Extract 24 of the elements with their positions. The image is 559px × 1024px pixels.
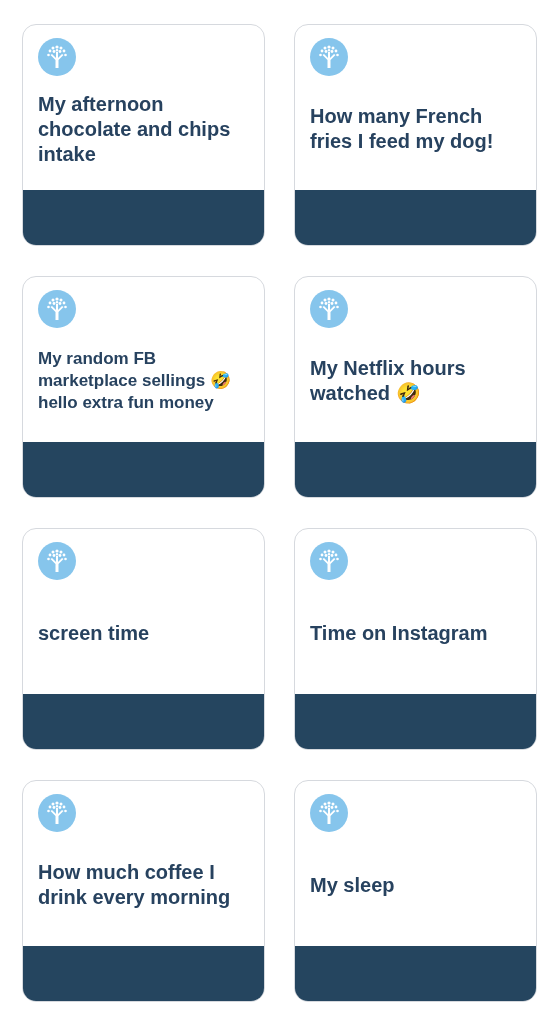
card-title: My Netflix hours watched 🤣 xyxy=(310,356,467,406)
card-title: How much coffee I drink every morning xyxy=(38,860,232,910)
tree-icon xyxy=(310,290,348,328)
card-title: How many French fries I feed my dog! xyxy=(310,104,495,154)
tree-icon xyxy=(310,794,348,832)
card-title: My sleep xyxy=(310,872,395,898)
goal-card[interactable]: My sleep xyxy=(294,780,537,1002)
tree-icon xyxy=(310,38,348,76)
goal-card[interactable]: My Netflix hours watched 🤣 xyxy=(294,276,537,498)
card-title: screen time xyxy=(38,620,150,646)
tree-icon xyxy=(310,542,348,580)
goal-card[interactable]: My afternoon chocolate and chips intake xyxy=(22,24,265,246)
card-title: My afternoon chocolate and chips intake xyxy=(38,91,232,167)
tree-icon xyxy=(38,542,76,580)
tree-icon xyxy=(38,38,76,76)
tree-icon xyxy=(38,794,76,832)
goal-card[interactable]: My random FB marketplace sellings 🤣 hello extra fun money xyxy=(22,276,265,498)
goal-card[interactable]: screen time xyxy=(22,528,265,750)
tree-icon xyxy=(38,290,76,328)
goal-card[interactable]: How many French fries I feed my dog! xyxy=(294,24,537,246)
card-title: Time on Instagram xyxy=(310,620,488,646)
card-title: My random FB marketplace sellings 🤣 hello extra fun money xyxy=(38,348,232,414)
goal-card[interactable]: Time on Instagram xyxy=(294,528,537,750)
goal-card[interactable]: How much coffee I drink every morning xyxy=(22,780,265,1002)
